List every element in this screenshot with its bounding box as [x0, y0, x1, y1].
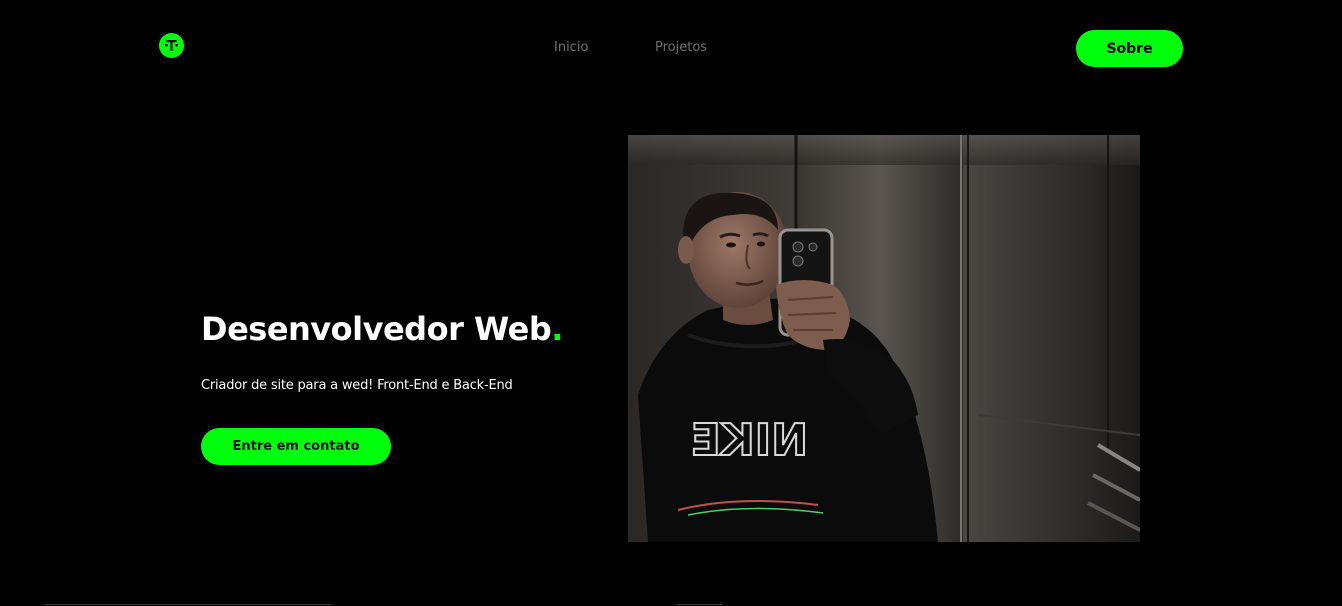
nav-link-projetos[interactable]: Projetos	[655, 40, 707, 56]
sobre-button[interactable]: Sobre	[1076, 30, 1183, 67]
t-logo-icon	[165, 40, 178, 51]
page: Inicio Projetos Sobre Desenvolvedor Web.…	[0, 0, 1342, 606]
hero-title-dot: .	[551, 310, 563, 348]
hero-title: Desenvolvedor Web.	[201, 308, 563, 350]
profile-photo-illustration: NIKE	[628, 135, 1140, 542]
divider-line	[44, 604, 332, 605]
shirt-logo-text: NIKE	[691, 415, 808, 466]
divider-line	[676, 604, 722, 605]
profile-photo: NIKE	[628, 135, 1140, 542]
hero-title-text: Desenvolvedor Web	[201, 310, 552, 348]
hero-subtitle: Criador de site para a wed! Front-End e …	[201, 378, 513, 393]
logo-icon[interactable]	[159, 33, 184, 58]
nav-link-inicio[interactable]: Inicio	[554, 40, 588, 56]
contact-button[interactable]: Entre em contato	[201, 428, 391, 465]
